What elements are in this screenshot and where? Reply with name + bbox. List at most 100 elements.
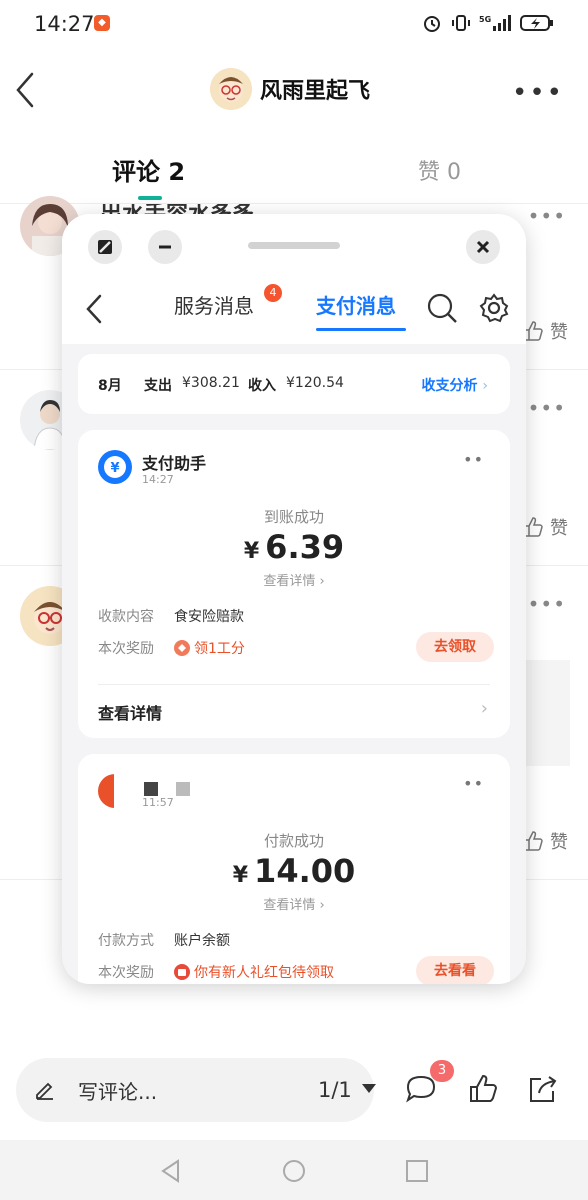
search-icon[interactable] bbox=[426, 292, 458, 324]
status-icons: 5G bbox=[421, 13, 554, 33]
reward-value[interactable]: 你有新人礼红包待领取 bbox=[174, 962, 334, 982]
minimize-icon bbox=[159, 245, 171, 249]
author-avatar[interactable] bbox=[210, 68, 252, 110]
window-drag-handle[interactable] bbox=[248, 242, 340, 249]
view-details-link[interactable]: 查看详情 › bbox=[78, 894, 510, 913]
like-label: 赞 bbox=[550, 832, 568, 853]
gear-icon[interactable] bbox=[478, 292, 510, 324]
floating-window: 服务消息 4 支付消息 8月 支出 ¥308.21 收入 ¥120.54 收支分… bbox=[62, 214, 526, 984]
card-more-icon[interactable]: •• bbox=[463, 774, 484, 793]
view-details-link[interactable]: 查看详情 › bbox=[78, 570, 510, 589]
redacted-block bbox=[176, 782, 190, 796]
svg-text:5G: 5G bbox=[479, 15, 491, 24]
share-icon bbox=[530, 1076, 557, 1102]
bottom-bar: 写评论... 1/1 3 bbox=[0, 1038, 588, 1138]
nav-home-icon[interactable] bbox=[281, 1158, 307, 1184]
chevron-right-icon[interactable]: › bbox=[481, 698, 488, 719]
window-close-button[interactable] bbox=[466, 230, 500, 264]
row-label: 本次奖励 bbox=[98, 965, 154, 981]
transaction-status: 付款成功 bbox=[263, 832, 324, 850]
tab-service-messages[interactable]: 服务消息 bbox=[174, 290, 254, 319]
row-value: 账户余额 bbox=[174, 933, 230, 949]
comment-more-icon[interactable]: ••• bbox=[528, 592, 566, 616]
payment-card: ¥ 支付助手 14:27 •• 到账成功 ¥6.39 查看详情 › 收款内容 食… bbox=[78, 430, 510, 738]
message-nav: 服务消息 4 支付消息 bbox=[62, 274, 526, 344]
row-label: 本次奖励 bbox=[98, 641, 154, 657]
top-bar: 风雨里起飞 ••• bbox=[0, 60, 588, 120]
write-comment-input[interactable]: 写评论... 1/1 bbox=[16, 1058, 376, 1122]
author-info[interactable]: 风雨里起飞 bbox=[210, 68, 370, 110]
claim-button[interactable]: 去领取 bbox=[416, 632, 494, 662]
signal-icon: 5G bbox=[479, 13, 513, 33]
tab-active-indicator bbox=[316, 328, 406, 331]
comment-like-button[interactable]: 赞 bbox=[522, 318, 568, 344]
back-button[interactable] bbox=[12, 68, 52, 112]
window-resize-button[interactable] bbox=[88, 230, 122, 264]
reward-icon bbox=[174, 640, 190, 656]
nav-recents-icon[interactable] bbox=[404, 1158, 430, 1184]
back-chevron-icon[interactable] bbox=[82, 292, 106, 326]
view-button[interactable]: 去看看 bbox=[416, 956, 494, 984]
system-nav-bar bbox=[0, 1140, 588, 1200]
expense-label: 支出 bbox=[144, 378, 172, 394]
thumb-up-icon bbox=[470, 1074, 498, 1102]
comment-more-icon[interactable]: ••• bbox=[528, 204, 566, 228]
view-details-label: 查看详情 bbox=[263, 574, 316, 589]
currency-symbol: ¥ bbox=[232, 863, 249, 888]
tab-likes[interactable]: 赞 0 bbox=[418, 154, 461, 186]
card-footer-details[interactable]: 查看详情 bbox=[98, 700, 162, 724]
payment-card: 11:57 •• 付款成功 ¥14.00 查看详情 › 付款方式 账户余额 本次… bbox=[78, 754, 510, 984]
tab-payment-messages[interactable]: 支付消息 bbox=[316, 290, 396, 319]
like-label: 赞 bbox=[550, 518, 568, 539]
app-notification-icon: ◆ bbox=[94, 15, 110, 31]
currency-symbol: ¥ bbox=[243, 539, 260, 564]
message-time: 11:57 bbox=[142, 796, 174, 809]
reward-value[interactable]: 领1工分 bbox=[174, 638, 245, 658]
share-button[interactable] bbox=[524, 1070, 562, 1108]
card-more-icon[interactable]: •• bbox=[463, 450, 484, 469]
expense-value: ¥308.21 bbox=[182, 375, 240, 391]
transaction-status: 到账成功 bbox=[263, 508, 324, 526]
comment-more-icon[interactable]: ••• bbox=[528, 396, 566, 420]
nav-back-icon[interactable] bbox=[158, 1158, 184, 1184]
like-button[interactable] bbox=[464, 1070, 502, 1108]
comment-like-button[interactable]: 赞 bbox=[522, 514, 568, 540]
close-icon bbox=[476, 240, 490, 254]
analysis-link-label: 收支分析 bbox=[421, 378, 478, 394]
row-label: 付款方式 bbox=[98, 933, 154, 949]
amount-value: 14.00 bbox=[254, 852, 356, 890]
divider bbox=[98, 684, 490, 685]
tab-comments[interactable]: 评论 2 bbox=[112, 152, 185, 187]
pencil-icon bbox=[36, 1082, 53, 1100]
write-comment-placeholder: 写评论... bbox=[78, 1079, 158, 1104]
quoted-content-box[interactable] bbox=[520, 660, 570, 766]
transaction-amount: ¥14.00 bbox=[78, 852, 510, 890]
reward-text: 领1工分 bbox=[194, 641, 245, 657]
more-options-icon[interactable]: ••• bbox=[512, 78, 564, 108]
message-time: 14:27 bbox=[142, 473, 174, 486]
payment-assistant-icon: ¥ bbox=[98, 450, 132, 484]
resize-icon bbox=[98, 240, 112, 254]
transaction-amount: ¥6.39 bbox=[78, 528, 510, 566]
view-details-label: 查看详情 bbox=[263, 898, 316, 913]
caret-down-icon[interactable] bbox=[362, 1084, 376, 1093]
comment-like-button[interactable]: 赞 bbox=[522, 828, 568, 854]
battery-icon bbox=[520, 13, 554, 33]
comment-count-badge: 3 bbox=[430, 1060, 454, 1082]
service-badge: 4 bbox=[264, 284, 282, 302]
floating-window-titlebar bbox=[62, 214, 526, 274]
like-label: 赞 bbox=[550, 322, 568, 343]
red-packet-icon bbox=[174, 964, 190, 980]
window-minimize-button[interactable] bbox=[148, 230, 182, 264]
row-value: 食安险赔款 bbox=[174, 609, 244, 625]
source-name[interactable]: 支付助手 bbox=[142, 450, 206, 474]
status-bar: 14:27 ◆ 5G bbox=[0, 0, 588, 50]
chevron-left-icon bbox=[16, 72, 34, 108]
author-name[interactable]: 风雨里起飞 bbox=[260, 73, 370, 105]
analysis-link[interactable]: 收支分析 › bbox=[422, 375, 488, 395]
income-label: 收入 bbox=[248, 378, 276, 394]
monthly-summary: 8月 支出 ¥308.21 收入 ¥120.54 收支分析 › bbox=[78, 354, 510, 414]
row-label: 收款内容 bbox=[98, 609, 154, 625]
page-indicator[interactable]: 1/1 bbox=[318, 1078, 352, 1102]
tab-bar: 评论 2 赞 0 bbox=[0, 140, 588, 204]
